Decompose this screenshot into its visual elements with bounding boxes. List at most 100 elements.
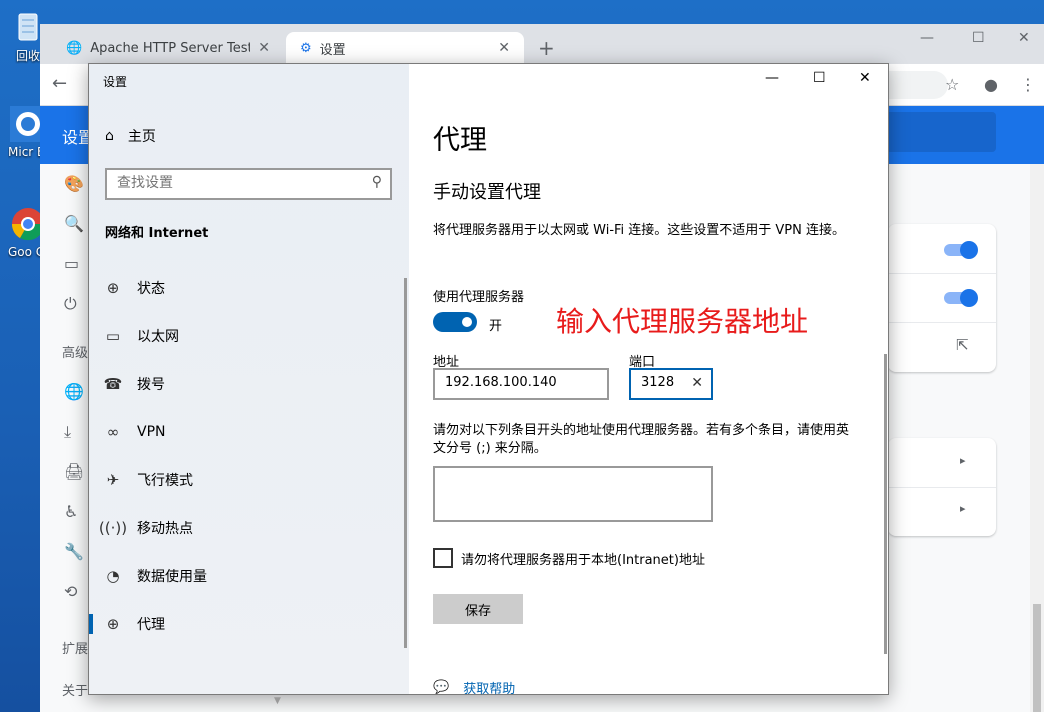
tab-settings[interactable]: ⚙ 设置 ✕ (286, 32, 524, 64)
help-chat-icon: 💬 (433, 680, 450, 695)
settings-card: ▸ ▸ (888, 438, 996, 536)
close-icon[interactable]: ✕ (258, 40, 270, 56)
nav-item-data-usage[interactable]: ◔ 数据使用量 (89, 556, 409, 596)
nav-extensions[interactable]: 扩展 (62, 638, 88, 657)
monitor-icon: ▭ (105, 327, 121, 345)
star-icon[interactable]: ☆ (945, 75, 959, 94)
tab-label: 设置 (319, 42, 346, 58)
use-proxy-label: 使用代理服务器 (433, 290, 525, 305)
exceptions-textarea[interactable] (433, 466, 713, 522)
print-icon[interactable]: 🖨 (64, 462, 84, 481)
tab-apache[interactable]: 🌐 Apache HTTP Server Test Page ✕ (52, 32, 284, 64)
port-field[interactable]: ✕ (629, 368, 713, 400)
home-label: 主页 (127, 129, 156, 145)
port-input[interactable] (641, 375, 689, 390)
nav-item-ethernet[interactable]: ▭ 以太网 (89, 316, 409, 356)
nav-item-label: 代理 (137, 617, 165, 633)
download-icon[interactable]: ⤓ (64, 422, 71, 442)
nav-item-label: 飞行模式 (137, 473, 193, 489)
nav-about[interactable]: 关于 (62, 680, 88, 699)
search-input[interactable] (117, 175, 357, 191)
active-indicator (89, 614, 93, 634)
scroll-down-arrow-icon[interactable]: ▼ (274, 696, 281, 706)
new-tab-button[interactable]: + (538, 36, 555, 60)
tab-label: Apache HTTP Server Test Page (90, 40, 251, 56)
palette-icon[interactable]: 🎨 (64, 174, 84, 193)
data-usage-icon: ◔ (106, 567, 120, 585)
globe-icon[interactable]: 🌐 (64, 382, 84, 401)
home-icon: ⌂ (105, 128, 114, 144)
nav-advanced[interactable]: 高级 (62, 342, 88, 361)
hotspot-icon: ((·)) (98, 519, 128, 537)
use-proxy-toggle[interactable] (433, 312, 477, 332)
search-box[interactable]: ⚲ (105, 168, 392, 200)
scrollbar-thumb[interactable] (1033, 604, 1041, 712)
scrollbar[interactable] (404, 278, 407, 648)
globe-icon: ⊕ (106, 615, 120, 633)
nav-item-label: 数据使用量 (137, 569, 207, 585)
address-input[interactable] (445, 375, 595, 390)
bypass-local-label: 请勿将代理服务器用于本地(Intranet)地址 (461, 553, 705, 568)
browser-icon[interactable]: ▭ (64, 254, 79, 273)
toggle-state-label: 开 (489, 319, 503, 334)
chevron-right-icon[interactable]: ▸ (960, 502, 966, 515)
airplane-icon: ✈ (106, 471, 120, 489)
address-field[interactable] (433, 368, 609, 400)
toggle-switch[interactable] (944, 289, 978, 307)
power-icon[interactable]: ⏻ (64, 294, 77, 314)
account-icon[interactable]: ● (984, 75, 998, 94)
gear-icon: ⚙ (300, 40, 312, 56)
nav-item-label: 状态 (137, 281, 165, 297)
toggle-switch[interactable] (944, 241, 978, 259)
back-arrow-icon[interactable]: ← (52, 73, 67, 94)
vpn-icon: ∞ (106, 423, 120, 441)
accessibility-icon[interactable]: ♿ (64, 502, 78, 521)
minimize-icon[interactable]: — (765, 70, 779, 86)
exceptions-description: 请勿对以下列条目开头的地址使用代理服务器。若有多个条目，请使用英文分号 (;) … (433, 423, 850, 456)
description: 将代理服务器用于以太网或 Wi-Fi 连接。这些设置不适用于 VPN 连接。 (433, 223, 846, 238)
open-external-icon[interactable]: ⇱ (956, 336, 969, 354)
search-icon: ⚲ (371, 174, 382, 190)
nav-item-label: 移动热点 (137, 521, 193, 537)
globe-icon: 🌐 (66, 40, 83, 56)
nav-item-label: VPN (137, 424, 166, 440)
nav-item-label: 拨号 (137, 377, 165, 393)
close-icon[interactable]: ✕ (498, 40, 510, 56)
omnibox[interactable] (888, 71, 948, 99)
tab-strip: 🌐 Apache HTTP Server Test Page ✕ ⚙ 设置 ✕ … (40, 24, 1044, 64)
close-icon[interactable]: ✕ (1018, 30, 1030, 46)
menu-icon[interactable]: ⋮ (1020, 75, 1036, 94)
home-link[interactable]: ⌂ 主页 (105, 126, 156, 146)
maximize-icon[interactable]: ☐ (813, 70, 826, 86)
nav-item-hotspot[interactable]: ((·)) 移动热点 (89, 508, 409, 548)
nav-item-airplane[interactable]: ✈ 飞行模式 (89, 460, 409, 500)
section-title: 手动设置代理 (433, 182, 541, 203)
close-icon[interactable]: ✕ (859, 70, 871, 86)
dialog-title: 设置 (103, 75, 128, 89)
nav-item-proxy[interactable]: ⊕ 代理 (89, 604, 409, 644)
nav-item-dialup[interactable]: ☎ 拨号 (89, 364, 409, 404)
section-header: 网络和 Internet (105, 226, 209, 241)
wrench-icon[interactable]: 🔧 (64, 542, 84, 561)
scrollbar[interactable] (1030, 164, 1044, 712)
help-label: 获取帮助 (463, 682, 516, 697)
scrollbar[interactable] (884, 354, 887, 654)
page-title: 代理 (433, 125, 487, 156)
nav-item-status[interactable]: ⊕ 状态 (89, 268, 409, 308)
maximize-icon[interactable]: ☐ (972, 30, 985, 46)
settings-card: ⇱ (888, 224, 996, 372)
chevron-right-icon[interactable]: ▸ (960, 454, 966, 467)
nav-item-vpn[interactable]: ∞ VPN (89, 412, 409, 452)
save-button[interactable]: 保存 (433, 594, 523, 624)
settings-dialog: 设置 ⌂ 主页 ⚲ 网络和 Internet ⊕ 状态 ▭ 以太网 ☎ 拨号 ∞… (88, 63, 889, 706)
history-icon[interactable]: ⟲ (64, 582, 77, 601)
clear-icon[interactable]: ✕ (691, 375, 703, 391)
nav-item-label: 以太网 (137, 329, 179, 345)
bypass-local-checkbox[interactable] (433, 548, 453, 568)
search-icon[interactable]: 🔍 (64, 214, 84, 233)
dialog-content: — ☐ ✕ 代理 手动设置代理 将代理服务器用于以太网或 Wi-Fi 连接。这些… (409, 64, 888, 697)
minimize-icon[interactable]: — (920, 30, 934, 46)
get-help-link[interactable]: 💬 获取帮助 (433, 678, 515, 697)
settings-search[interactable] (888, 112, 996, 152)
globe-icon: ⊕ (106, 279, 120, 297)
